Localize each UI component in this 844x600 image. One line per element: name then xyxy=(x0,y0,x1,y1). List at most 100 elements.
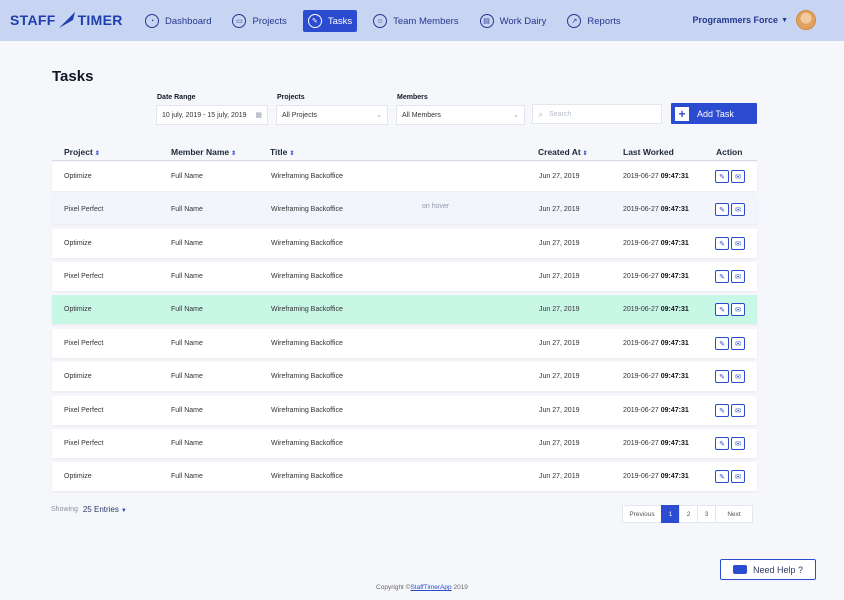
edit-icon[interactable]: ✎ xyxy=(715,237,729,250)
date-range-field[interactable]: 10 july, 2019 - 15 july, 2019 ▦ xyxy=(156,105,268,125)
nav-work-dairy[interactable]: ▤ Work Dairy xyxy=(475,10,552,32)
cell-project: Optimize xyxy=(64,240,92,247)
cell-last-worked: 2019-06-27 09:47:31 xyxy=(623,240,689,247)
cell-created: Jun 27, 2019 xyxy=(539,440,580,447)
cell-project: Pixel Perfect xyxy=(64,440,104,447)
cell-title: Wireframing Backoffice xyxy=(271,206,343,213)
table-row[interactable]: Optimize Full Name Wireframing Backoffic… xyxy=(52,462,757,491)
row-actions: ✎ ✉ xyxy=(715,170,747,183)
main-nav: ◔ Dashboard ▭ Projects ✎ Tasks ☺ Team Me… xyxy=(140,10,637,32)
entries-value: 25 Entries xyxy=(82,505,119,514)
last-date: 2019-06-27 xyxy=(623,440,659,447)
user-menu[interactable]: Programmers Force ▼ xyxy=(693,10,816,30)
table-row[interactable]: Pixel Perfect Full Name Wireframing Back… xyxy=(52,329,757,358)
edit-icon[interactable]: ✎ xyxy=(715,170,729,183)
table-row[interactable]: Optimize Full Name Wireframing Backoffic… xyxy=(52,229,757,258)
row-actions: ✎ ✉ xyxy=(715,337,747,350)
th-action: Action xyxy=(716,147,742,157)
comment-icon[interactable]: ✉ xyxy=(731,470,745,483)
search-input[interactable]: ⌕ Search xyxy=(532,104,662,124)
projects-select-value: All Projects xyxy=(282,111,318,119)
edit-icon[interactable]: ✎ xyxy=(715,437,729,450)
need-help-button[interactable]: Need Help ? xyxy=(720,559,816,580)
comment-icon[interactable]: ✉ xyxy=(731,404,745,417)
edit-icon[interactable]: ✎ xyxy=(715,303,729,316)
comment-icon[interactable]: ✉ xyxy=(731,270,745,283)
th-member[interactable]: Member Name ⇕ xyxy=(171,147,236,157)
chat-icon xyxy=(732,565,747,574)
th-last-worked: Last Worked xyxy=(623,147,674,157)
nav-dashboard[interactable]: ◔ Dashboard xyxy=(140,10,216,32)
last-time: 09:47:31 xyxy=(660,473,689,480)
nav-team-members[interactable]: ☺ Team Members xyxy=(368,10,463,32)
nav-reports[interactable]: ↗ Reports xyxy=(562,10,625,32)
last-date: 2019-06-27 xyxy=(623,273,659,280)
table-row[interactable]: Optimize Full Name Wireframing Backoffic… xyxy=(52,295,757,324)
members-select-value: All Members xyxy=(402,111,441,119)
nav-projects-label: Projects xyxy=(252,15,287,27)
row-actions: ✎ ✉ xyxy=(715,470,747,483)
comment-icon[interactable]: ✉ xyxy=(731,303,745,316)
table-row[interactable]: Optimize Full Name Wireframing Backoffic… xyxy=(52,162,757,191)
table-row[interactable]: Pixel Perfect Full Name Wireframing Back… xyxy=(52,262,757,291)
table-row[interactable]: Pixel Perfect Full Name Wireframing Back… xyxy=(52,429,757,458)
cell-member: Full Name xyxy=(171,473,203,480)
edit-icon[interactable]: ✎ xyxy=(715,270,729,283)
reports-icon: ↗ xyxy=(567,14,582,28)
cell-project: Pixel Perfect xyxy=(64,273,104,280)
cell-last-worked: 2019-06-27 09:47:31 xyxy=(623,407,689,414)
table-row[interactable]: Pixel Perfect Full Name Wireframing Back… xyxy=(52,195,757,224)
last-date: 2019-06-27 xyxy=(623,206,659,213)
cell-title: Wireframing Backoffice xyxy=(271,340,343,347)
last-time: 09:47:31 xyxy=(660,373,689,380)
edit-icon[interactable]: ✎ xyxy=(715,337,729,350)
th-project[interactable]: Project ⇕ xyxy=(64,147,100,157)
page-1-button[interactable]: 1 xyxy=(661,505,680,523)
avatar[interactable] xyxy=(796,10,816,30)
showing-label: Showing xyxy=(51,506,78,513)
staff-timer-logo[interactable]: STAFF TIMER xyxy=(10,7,123,33)
comment-icon[interactable]: ✉ xyxy=(731,437,745,450)
next-page-button[interactable]: Next xyxy=(715,505,753,523)
last-time: 09:47:31 xyxy=(660,173,689,180)
th-title[interactable]: Title ⇕ xyxy=(270,147,294,157)
copyright-link[interactable]: StaffTimerApp xyxy=(410,584,451,591)
cell-member: Full Name xyxy=(171,306,203,313)
nav-projects[interactable]: ▭ Projects xyxy=(227,10,291,32)
date-range-label: Date Range xyxy=(157,94,196,101)
entries-select[interactable]: 25 Entries ▼ xyxy=(83,505,127,514)
comment-icon[interactable]: ✉ xyxy=(731,170,745,183)
copyright: Copyright ©StaffTimerApp 2019 xyxy=(0,584,844,591)
work-dairy-icon: ▤ xyxy=(479,14,494,28)
comment-icon[interactable]: ✉ xyxy=(731,237,745,250)
projects-select[interactable]: All Projects ⌄ xyxy=(276,105,388,125)
comment-icon[interactable]: ✉ xyxy=(731,337,745,350)
team-icon: ☺ xyxy=(373,14,388,28)
last-time: 09:47:31 xyxy=(660,407,689,414)
comment-icon[interactable]: ✉ xyxy=(731,203,745,216)
row-actions: ✎ ✉ xyxy=(715,303,747,316)
prev-page-button[interactable]: Previous xyxy=(622,505,662,523)
edit-icon[interactable]: ✎ xyxy=(715,370,729,383)
sort-icon: ⇕ xyxy=(94,151,100,157)
table-row[interactable]: Pixel Perfect Full Name Wireframing Back… xyxy=(52,396,757,425)
chevron-down-icon: ⌄ xyxy=(513,112,519,119)
page-3-button[interactable]: 3 xyxy=(697,505,716,523)
edit-icon[interactable]: ✎ xyxy=(715,404,729,417)
add-task-button[interactable]: + Add Task xyxy=(671,103,757,124)
cell-title: Wireframing Backoffice xyxy=(271,373,343,380)
cell-created: Jun 27, 2019 xyxy=(539,473,580,480)
table-row[interactable]: Optimize Full Name Wireframing Backoffic… xyxy=(52,362,757,391)
th-created[interactable]: Created At ⇕ xyxy=(538,147,588,157)
comment-icon[interactable]: ✉ xyxy=(731,370,745,383)
th-project-label: Project xyxy=(64,147,93,157)
edit-icon[interactable]: ✎ xyxy=(715,203,729,216)
nav-tasks[interactable]: ✎ Tasks xyxy=(302,10,358,32)
copyright-prefix: Copyright © xyxy=(376,584,411,591)
members-select[interactable]: All Members ⌄ xyxy=(396,105,525,125)
calendar-icon: ▦ xyxy=(255,112,262,119)
edit-icon[interactable]: ✎ xyxy=(715,470,729,483)
cell-member: Full Name xyxy=(171,273,203,280)
page-2-button[interactable]: 2 xyxy=(679,505,698,523)
cell-created: Jun 27, 2019 xyxy=(539,273,580,280)
